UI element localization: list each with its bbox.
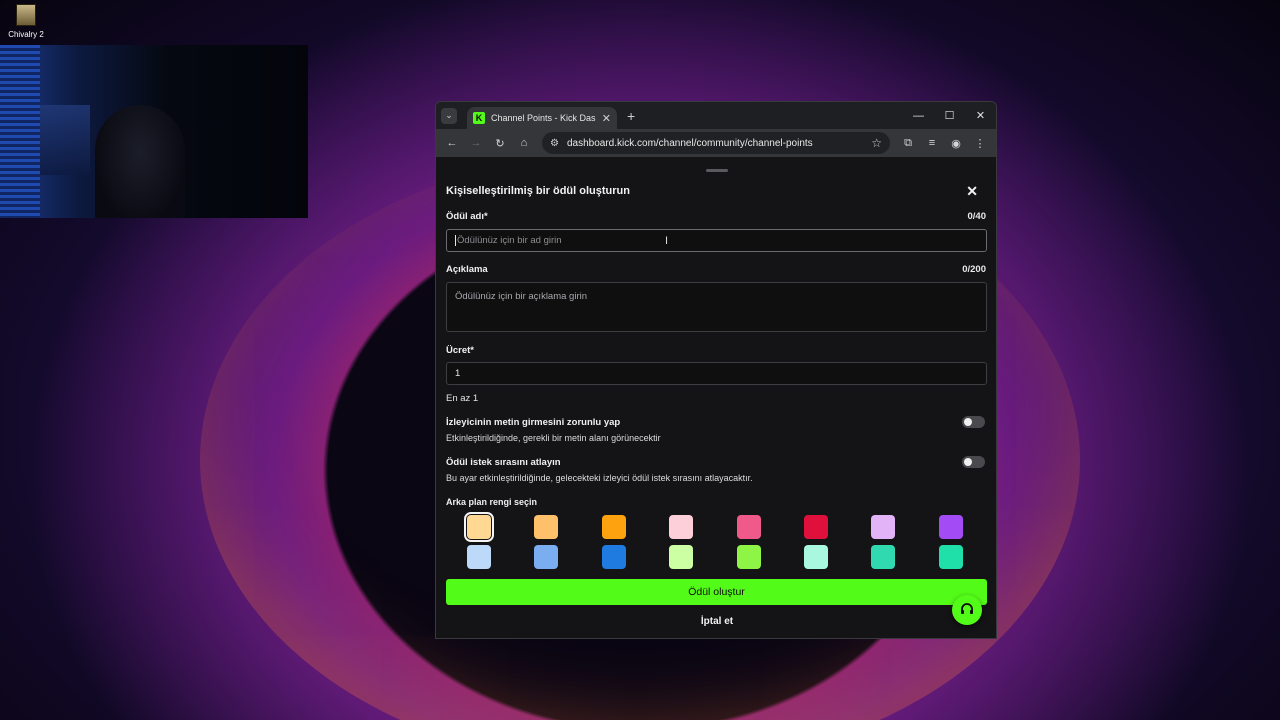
browser-window: ⌄ K Channel Points - Kick Dashboard ✕ + …: [435, 101, 997, 639]
reward-name-counter: 0/40: [967, 211, 987, 222]
home-icon[interactable]: ⌂: [514, 133, 534, 153]
description-label: Açıklama: [446, 264, 488, 275]
cost-hint: En az 1: [446, 393, 479, 404]
kick-favicon-icon: K: [473, 112, 485, 124]
create-reward-label: Ödül oluştur: [688, 586, 745, 598]
profile-icon[interactable]: ◉: [946, 133, 966, 153]
color-swatch-grid: [464, 512, 967, 569]
color-swatch[interactable]: [669, 545, 694, 569]
modal-sheet: Kişiselleştirilmiş bir ödül oluşturun ✕ …: [436, 158, 996, 638]
skip-queue-title: Ödül istek sırasını atlayın: [446, 457, 561, 468]
color-swatch[interactable]: [534, 545, 559, 569]
background-color-label: Arka plan rengi seçin: [446, 497, 538, 507]
address-bar[interactable]: ⚙ dashboard.kick.com/channel/community/c…: [542, 132, 890, 154]
tab-title: Channel Points - Kick Dashboard: [491, 113, 596, 123]
text-caret: [455, 235, 456, 246]
color-swatch[interactable]: [464, 512, 494, 542]
menu-kebab-icon[interactable]: ⋮: [970, 133, 990, 153]
skip-queue-description: Bu ayar etkinleştirildiğinde, gelecektek…: [446, 473, 753, 483]
close-window-icon[interactable]: ✕: [965, 102, 996, 129]
reward-name-input[interactable]: Ödülünüz için bir ad girin: [446, 229, 987, 252]
skip-queue-toggle[interactable]: [962, 456, 985, 468]
ibeam-cursor-icon: I: [665, 235, 669, 247]
cancel-button[interactable]: İptal et: [436, 616, 996, 627]
webcam-background: [0, 45, 40, 218]
tab-bar: ⌄ K Channel Points - Kick Dashboard ✕ + …: [436, 102, 996, 129]
description-placeholder: Ödülünüz için bir açıklama girin: [455, 291, 588, 302]
url-text: dashboard.kick.com/channel/community/cha…: [566, 137, 813, 149]
back-icon[interactable]: ←: [442, 133, 462, 153]
browser-toolbar: ← → ↻ ⌂ ⚙ dashboard.kick.com/channel/com…: [436, 129, 996, 157]
color-swatch[interactable]: [736, 515, 761, 539]
modal-close-icon[interactable]: ✕: [966, 183, 978, 200]
site-info-icon[interactable]: ⚙: [550, 138, 559, 149]
toggle-knob: [964, 458, 972, 466]
color-swatch[interactable]: [871, 515, 896, 539]
desktop-shortcut-label: Chivalry 2: [8, 30, 44, 39]
color-swatch[interactable]: [601, 545, 626, 569]
minimize-icon[interactable]: —: [903, 102, 934, 129]
color-swatch[interactable]: [601, 515, 626, 539]
color-swatch[interactable]: [804, 515, 828, 539]
media-control-icon[interactable]: ≡: [922, 133, 942, 153]
require-text-description: Etkinleştirildiğinde, gerekli bir metin …: [446, 433, 661, 443]
maximize-icon[interactable]: ☐: [934, 102, 965, 129]
desktop-shortcut-chivalry[interactable]: Chivalry 2: [6, 4, 46, 39]
color-swatch[interactable]: [467, 545, 491, 569]
tab-search-button[interactable]: ⌄: [441, 107, 457, 124]
color-swatch[interactable]: [871, 545, 896, 569]
sheet-drag-handle[interactable]: [706, 169, 728, 172]
color-swatch[interactable]: [804, 545, 828, 569]
cost-label: Ücret*: [446, 345, 474, 356]
color-swatch[interactable]: [938, 515, 963, 539]
color-swatch[interactable]: [938, 545, 963, 569]
webcam-overlay: [0, 45, 308, 218]
require-text-title: İzleyicinin metin girmesini zorunlu yap: [446, 417, 621, 428]
reward-name-label: Ödül adı*: [446, 211, 488, 222]
new-tab-icon[interactable]: +: [627, 108, 635, 124]
cancel-label: İptal et: [700, 616, 734, 627]
color-swatch[interactable]: [534, 515, 559, 539]
reload-icon[interactable]: ↻: [490, 133, 510, 153]
webcam-person: [95, 105, 185, 218]
window-controls: — ☐ ✕: [903, 102, 996, 129]
extensions-icon[interactable]: ⧉: [898, 133, 918, 153]
description-textarea[interactable]: Ödülünüz için bir açıklama girin: [446, 282, 987, 332]
color-swatch[interactable]: [669, 515, 694, 539]
forward-icon[interactable]: →: [466, 133, 486, 153]
tab-close-icon[interactable]: ✕: [602, 112, 611, 125]
create-reward-button[interactable]: Ödül oluştur: [446, 579, 987, 605]
toggle-knob: [964, 418, 972, 426]
color-swatch[interactable]: [736, 545, 761, 569]
cost-input[interactable]: 1: [446, 362, 987, 385]
reward-name-placeholder: Ödülünüz için bir ad girin: [457, 235, 562, 246]
game-icon: [16, 4, 36, 26]
cost-value: 1: [455, 368, 461, 379]
description-counter: 0/200: [962, 264, 986, 275]
webcam-background-shelf: [40, 105, 90, 175]
tab-channel-points[interactable]: K Channel Points - Kick Dashboard ✕: [467, 107, 617, 129]
modal-title: Kişiselleştirilmiş bir ödül oluşturun: [446, 185, 630, 197]
bookmark-star-icon[interactable]: ☆: [871, 136, 882, 150]
require-text-toggle[interactable]: [962, 416, 985, 428]
